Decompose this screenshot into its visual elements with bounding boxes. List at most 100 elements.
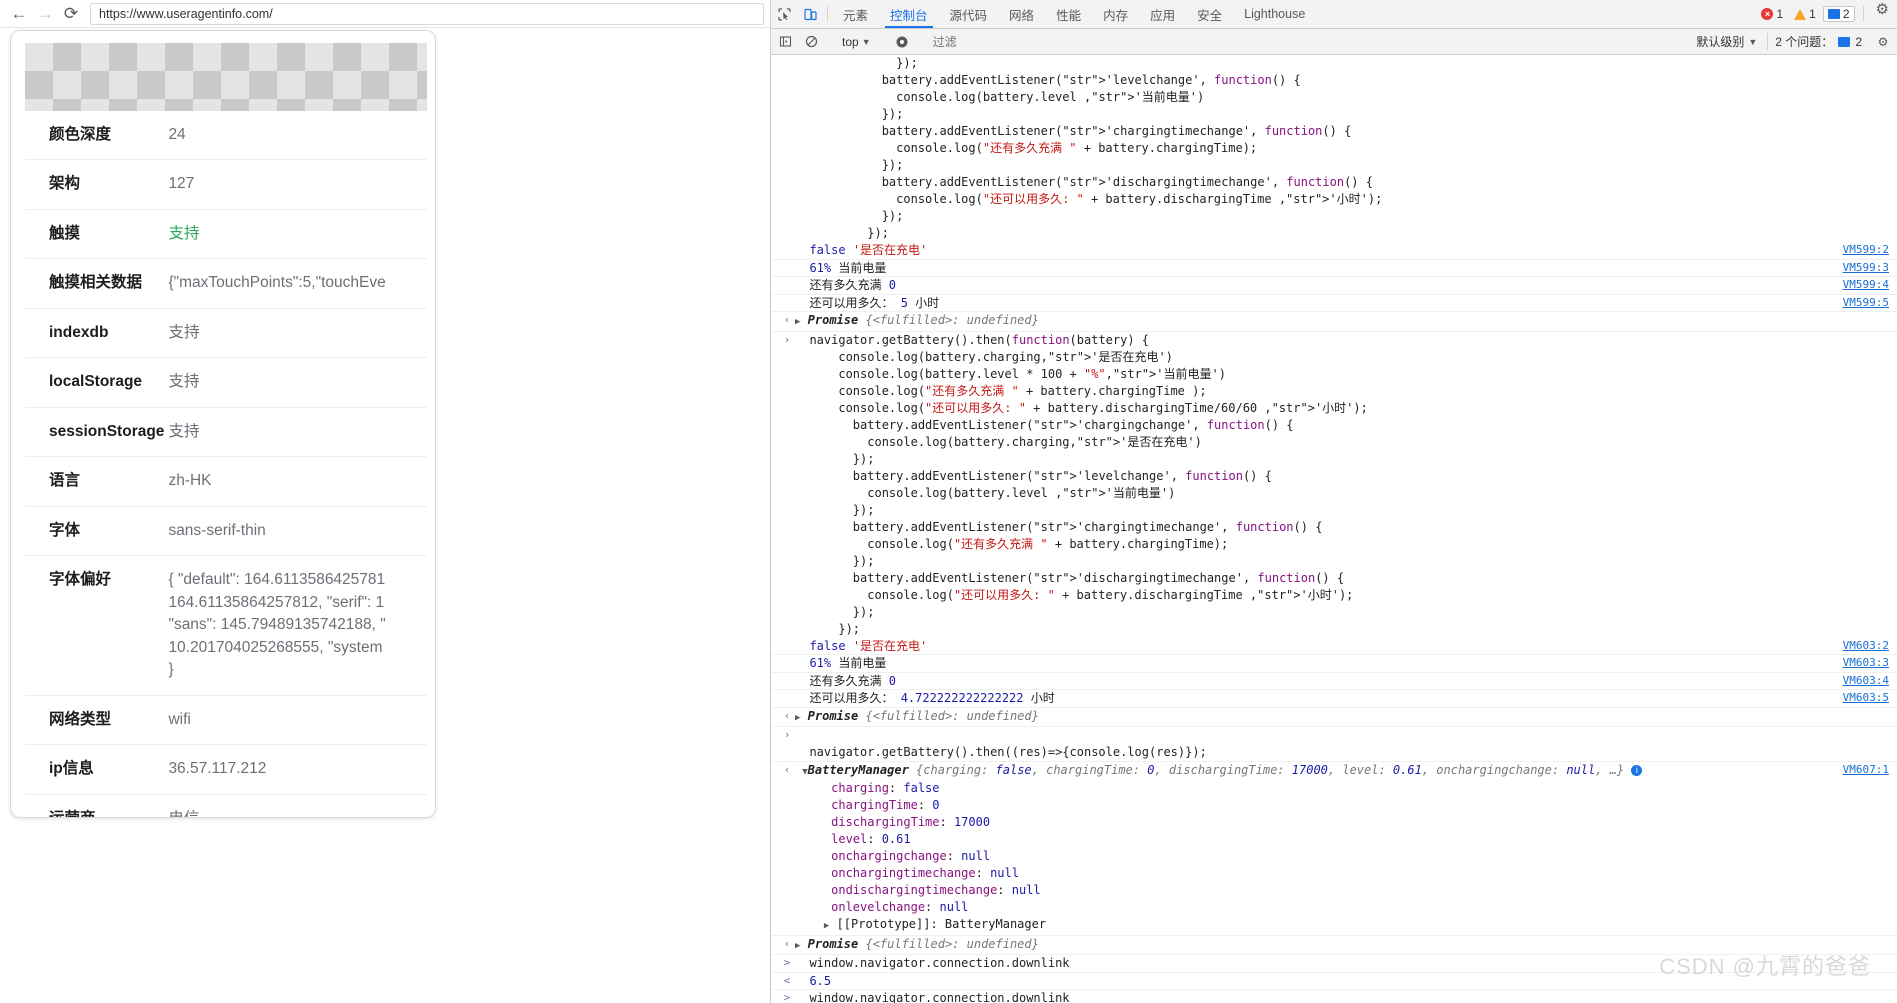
source-link[interactable]: VM599:3 (1843, 260, 1889, 277)
row-value: 电信 (168, 794, 427, 818)
console-line-text: console.log("还可以用多久: " + battery.dischar… (795, 400, 1368, 415)
table-row: indexdb 支持 (25, 308, 427, 358)
console-line-text: 61% 当前电量 (809, 656, 887, 670)
console-line-gutter: > (783, 956, 791, 969)
console-line-text: console.log(battery.level * 100 + "%","s… (795, 366, 1226, 381)
issue-badges: × 1 1 2 (1753, 0, 1858, 28)
console-line-text: battery.addEventListener("str">'levelcha… (795, 73, 1301, 87)
console-output-line: 还有多久充满 0 VM603:4 (771, 673, 1897, 690)
console-line-gutter: ‹ (783, 313, 791, 326)
source-link[interactable]: VM599:4 (1843, 277, 1889, 294)
table-row: 网络类型 wifi (25, 695, 427, 745)
console-input-code-line: console.log(battery.level * 100 + "%","s… (771, 366, 1897, 383)
error-icon: × (1761, 8, 1774, 20)
row-key: 触摸 (49, 224, 81, 242)
row-value: wifi (168, 710, 191, 728)
console-line-text: chargingTime: 0 (831, 798, 940, 812)
log-level-label: 默认级别 (1696, 35, 1745, 49)
chevron-down-icon-level: ▼ (1748, 36, 1758, 47)
console-code-line: }); (771, 106, 1897, 123)
error-badge[interactable]: × 1 (1757, 6, 1787, 22)
console-promise-line: ‹ ▶ Promise {<fulfilled>: undefined} (771, 312, 1897, 332)
row-key: 触摸相关数据 (49, 274, 143, 292)
console-input-code-line: battery.addEventListener("str">'discharg… (771, 570, 1897, 587)
console-object-header: ‹ ▼BatteryManager {charging: false, char… (771, 762, 1897, 781)
message-badge[interactable]: 2 (1822, 6, 1855, 22)
row-value: 支持 (168, 422, 200, 440)
url-bar[interactable]: https://www.useragentinfo.com/ (90, 2, 764, 25)
tab-Lighthouse[interactable]: Lighthouse (1233, 0, 1316, 28)
gear-icon[interactable]: ⚙ (1868, 0, 1897, 28)
console-line-text: battery.addEventListener("str">'levelcha… (795, 468, 1272, 483)
tab-网络[interactable]: 网络 (998, 0, 1045, 28)
row-key: sessionStorage (49, 422, 165, 440)
source-link[interactable]: VM603:5 (1843, 690, 1889, 707)
devtools-pane: 元素 控制台 源代码 网络 性能 内存 应用 安全 Lighthouse × 1 1 2 ⚙ (770, 0, 1897, 1003)
console-code-line: }); (771, 225, 1897, 242)
warning-badge[interactable]: 1 (1790, 6, 1820, 22)
console-input-code-line: console.log(battery.level ,"str">'当前电量') (771, 485, 1897, 502)
console-code-line: battery.addEventListener("str">'levelcha… (771, 72, 1897, 89)
console-code-line: }); (771, 208, 1897, 225)
browser-pane: ← → ⟳ https://www.useragentinfo.com/ 颜色深… (0, 0, 770, 1003)
source-link[interactable]: VM603:2 (1843, 638, 1889, 655)
console-input-code-line: › navigator.getBattery().then(function(b… (771, 332, 1897, 349)
clear-console-icon[interactable] (799, 35, 823, 48)
console-promise-line: ‹ ▶ Promise {<fulfilled>: undefined} (771, 708, 1897, 727)
console-line-text: }); (795, 553, 875, 568)
console-line-text: }); (795, 56, 918, 70)
row-value: 支持 (168, 224, 200, 242)
console-line-text: onlevelchange: null (831, 900, 969, 914)
back-icon[interactable]: ← (6, 2, 32, 26)
source-link[interactable]: VM599:5 (1843, 295, 1889, 312)
sidebar-toggle-icon[interactable] (773, 35, 797, 48)
page-viewport: 颜色深度 24 架构 127 触摸 支持 触摸相关数据 {"maxTouchPoints":5… (0, 28, 770, 1003)
inspect-element-icon[interactable] (771, 0, 797, 28)
console-code-line: console.log(battery.level ,"str">'当前电量') (771, 89, 1897, 106)
tab-应用[interactable]: 应用 (1139, 0, 1186, 28)
console-line-gutter: ‹ (783, 708, 791, 722)
issues-indicator[interactable]: 2 个问题： 2 (1767, 33, 1869, 50)
console-line-text: }); (795, 107, 904, 121)
reload-icon[interactable]: ⟳ (58, 2, 84, 26)
row-key: localStorage (49, 373, 143, 391)
table-row: 运营商电信 (25, 794, 427, 818)
tab-安全[interactable]: 安全 (1186, 0, 1233, 28)
device-toolbar-icon[interactable] (797, 0, 823, 28)
eye-icon[interactable] (890, 35, 914, 49)
console-line-text: 还有多久充满 0 (795, 673, 896, 688)
source-link[interactable]: VM603:3 (1843, 655, 1889, 672)
console-line-gutter: ‹ (783, 936, 791, 950)
toolbar-divider (827, 6, 828, 22)
console-object-prop: chargingTime: 0 (771, 797, 1897, 814)
issues-label: 2 个问题： (1775, 35, 1834, 49)
console-line-text: battery.addEventListener("str">'charging… (795, 124, 1352, 138)
tab-源代码[interactable]: 源代码 (939, 0, 999, 28)
source-link[interactable]: VM607:1 (1843, 762, 1889, 779)
console-prompt-line: › (771, 727, 1897, 744)
issues-icon (1838, 36, 1851, 47)
table-row: 触摸 支持 (25, 209, 427, 259)
tab-元素[interactable]: 元素 (832, 0, 879, 28)
tab-控制台[interactable]: 控制台 (879, 0, 939, 28)
log-level-selector[interactable]: 默认级别 ▼ (1688, 33, 1765, 50)
console-output-line: false '是否在充电' VM599:2 (771, 242, 1897, 260)
console-object-prop: onchargingtimechange: null (771, 865, 1897, 882)
source-link[interactable]: VM599:2 (1843, 242, 1889, 259)
context-selector[interactable]: top ▼ (836, 35, 877, 49)
source-link[interactable]: VM603:4 (1843, 673, 1889, 690)
console-line-text: console.log(battery.charging,"str">'是否在充… (795, 349, 1173, 364)
console-object-prop: onchargingchange: null (771, 848, 1897, 865)
row-value: 36.57.117.212 (168, 760, 267, 778)
row-key: 字体 (49, 521, 81, 539)
tab-内存[interactable]: 内存 (1092, 0, 1139, 28)
console-line-text: dischargingTime: 17000 (831, 815, 991, 829)
filter-input[interactable] (932, 32, 1681, 51)
console-settings-icon[interactable]: ⚙ (1871, 35, 1895, 49)
console-output[interactable]: }); battery.addEventListener("str">'leve… (771, 55, 1897, 1003)
console-line-text: ▶ Promise {<fulfilled>: undefined} (795, 708, 1039, 723)
tab-性能[interactable]: 性能 (1045, 0, 1092, 28)
forward-icon[interactable]: → (32, 2, 58, 26)
row-value: zh-HK (168, 472, 212, 490)
console-line-text: console.log("还可以用多久: " + battery.dischar… (795, 192, 1383, 206)
